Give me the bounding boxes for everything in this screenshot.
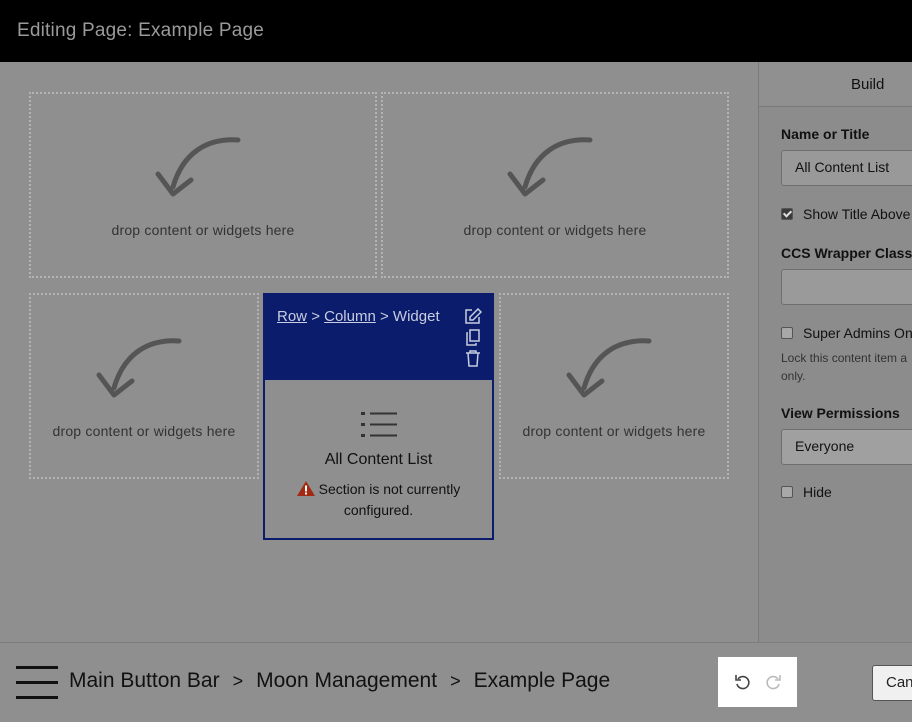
dropzone[interactable]: drop content or widgets here <box>29 92 377 278</box>
breadcrumb-item[interactable]: Main Button Bar <box>69 669 220 693</box>
breadcrumb-item[interactable]: Moon Management <box>256 669 437 693</box>
css-wrapper-label: CCS Wrapper Class <box>781 245 912 261</box>
drop-arrow-icon <box>155 137 241 197</box>
edit-icon[interactable] <box>464 308 482 325</box>
help-line: Lock this content item a <box>781 351 908 365</box>
breadcrumb-widget: Widget <box>392 308 440 325</box>
breadcrumb-separator: > <box>232 670 244 691</box>
super-admins-label: Super Admins Only <box>803 325 912 341</box>
dropzone-label: drop content or widgets here <box>111 222 295 238</box>
checkbox-icon[interactable] <box>781 327 793 339</box>
undo-icon[interactable] <box>734 673 752 691</box>
breadcrumb-row-link[interactable]: Row <box>277 308 307 325</box>
breadcrumb-separator: > <box>379 308 389 325</box>
settings-panel: Build Name or Title All Content List Sho… <box>758 62 912 642</box>
dropzone[interactable]: drop content or widgets here <box>381 92 729 278</box>
list-icon <box>360 412 397 437</box>
breadcrumb-separator: > <box>450 670 461 691</box>
editor-header: Editing Page: Example Page <box>0 0 912 62</box>
copy-icon[interactable] <box>464 329 482 346</box>
history-controls <box>718 657 797 707</box>
breadcrumb-separator: > <box>311 308 320 325</box>
drop-arrow-icon <box>96 338 182 398</box>
tab-build-label: Build <box>851 75 885 93</box>
warning-icon <box>296 481 315 496</box>
menu-icon[interactable] <box>16 666 58 700</box>
super-admins-checkbox[interactable]: Super Admins Only <box>781 325 912 341</box>
dropzone-label: drop content or widgets here <box>522 423 706 439</box>
drop-arrow-icon <box>566 338 652 398</box>
hide-label: Hide <box>803 484 832 500</box>
checkbox-icon[interactable] <box>781 486 793 498</box>
hide-checkbox[interactable]: Hide <box>781 484 832 500</box>
trash-icon[interactable] <box>464 350 482 367</box>
dropzone[interactable]: drop content or widgets here <box>499 293 729 479</box>
bottom-bar: Main Button Bar > Moon Management > Exam… <box>0 642 912 722</box>
page-title: Editing Page: Example Page <box>17 20 265 41</box>
dropzone-label: drop content or widgets here <box>52 423 236 439</box>
checkbox-checked-icon[interactable] <box>781 208 793 220</box>
redo-icon[interactable] <box>764 673 782 691</box>
config-warning: Section is not currently configured. <box>265 479 492 521</box>
widget-title: All Content List <box>324 451 433 468</box>
content-widget[interactable]: Row > Column > Widget All Content List S… <box>263 293 494 540</box>
view-permissions-select[interactable]: Everyone <box>781 429 912 465</box>
css-wrapper-input[interactable] <box>781 269 912 305</box>
tab-build[interactable]: Build <box>759 62 912 107</box>
cancel-button[interactable]: Cancel <box>872 665 912 701</box>
show-title-label: Show Title Above <box>803 206 911 222</box>
breadcrumb: Main Button Bar > Moon Management > Exam… <box>69 669 610 693</box>
breadcrumb-column-link[interactable]: Column <box>324 308 376 325</box>
dropzone-label: drop content or widgets here <box>463 222 647 238</box>
drop-arrow-icon <box>507 137 593 197</box>
breadcrumb-item: Example Page <box>473 669 611 692</box>
help-text: Lock this content item a only. <box>781 349 907 385</box>
widget-toolbar: Row > Column > Widget <box>265 295 492 380</box>
name-title-label: Name or Title <box>781 126 870 142</box>
help-line: only. <box>781 369 806 383</box>
warning-text: Section is not currently configured. <box>318 481 461 518</box>
dropzone[interactable]: drop content or widgets here <box>29 293 259 479</box>
name-title-input[interactable]: All Content List <box>781 150 912 186</box>
view-permissions-label: View Permissions <box>781 405 900 421</box>
show-title-checkbox[interactable]: Show Title Above <box>781 206 910 222</box>
